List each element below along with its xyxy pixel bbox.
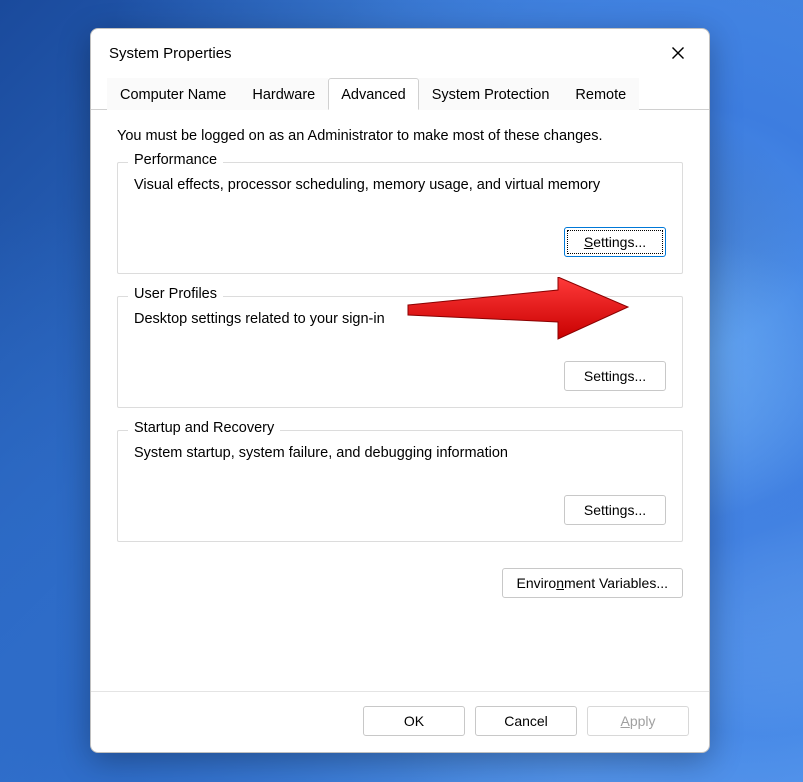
user-profiles-settings-button[interactable]: Settings... bbox=[564, 361, 666, 391]
ok-button[interactable]: OK bbox=[363, 706, 465, 736]
tab-advanced[interactable]: Advanced bbox=[328, 78, 419, 110]
admin-notice: You must be logged on as an Administrato… bbox=[117, 128, 683, 144]
button-row: Settings... bbox=[134, 495, 666, 525]
tab-remote[interactable]: Remote bbox=[562, 78, 639, 110]
startup-recovery-desc: System startup, system failure, and debu… bbox=[134, 445, 666, 461]
close-button[interactable] bbox=[661, 39, 695, 67]
user-profiles-desc: Desktop settings related to your sign-in bbox=[134, 311, 666, 327]
apply-button: Apply bbox=[587, 706, 689, 736]
button-row: Settings... bbox=[134, 227, 666, 257]
group-legend-startup-recovery: Startup and Recovery bbox=[128, 420, 280, 436]
tab-strip: Computer Name Hardware Advanced System P… bbox=[91, 77, 709, 110]
environment-variables-button[interactable]: Environment Variables... bbox=[502, 568, 684, 598]
system-properties-dialog: System Properties Computer Name Hardware… bbox=[90, 28, 710, 753]
tab-computer-name[interactable]: Computer Name bbox=[107, 78, 239, 110]
close-icon bbox=[671, 46, 685, 60]
cancel-button[interactable]: Cancel bbox=[475, 706, 577, 736]
performance-settings-button[interactable]: Settings... bbox=[564, 227, 666, 257]
tab-hardware[interactable]: Hardware bbox=[239, 78, 328, 110]
button-row: Settings... bbox=[134, 361, 666, 391]
group-startup-recovery: Startup and Recovery System startup, sys… bbox=[117, 430, 683, 542]
group-legend-user-profiles: User Profiles bbox=[128, 286, 223, 302]
performance-desc: Visual effects, processor scheduling, me… bbox=[134, 177, 666, 193]
group-user-profiles: User Profiles Desktop settings related t… bbox=[117, 296, 683, 408]
tab-system-protection[interactable]: System Protection bbox=[419, 78, 563, 110]
group-legend-performance: Performance bbox=[128, 152, 223, 168]
group-performance: Performance Visual effects, processor sc… bbox=[117, 162, 683, 274]
tab-panel-advanced: You must be logged on as an Administrato… bbox=[91, 110, 709, 691]
dialog-title: System Properties bbox=[109, 45, 232, 62]
dialog-button-row: OK Cancel Apply bbox=[91, 691, 709, 752]
startup-recovery-settings-button[interactable]: Settings... bbox=[564, 495, 666, 525]
environment-variables-row: Environment Variables... bbox=[117, 568, 683, 598]
titlebar: System Properties bbox=[91, 29, 709, 77]
